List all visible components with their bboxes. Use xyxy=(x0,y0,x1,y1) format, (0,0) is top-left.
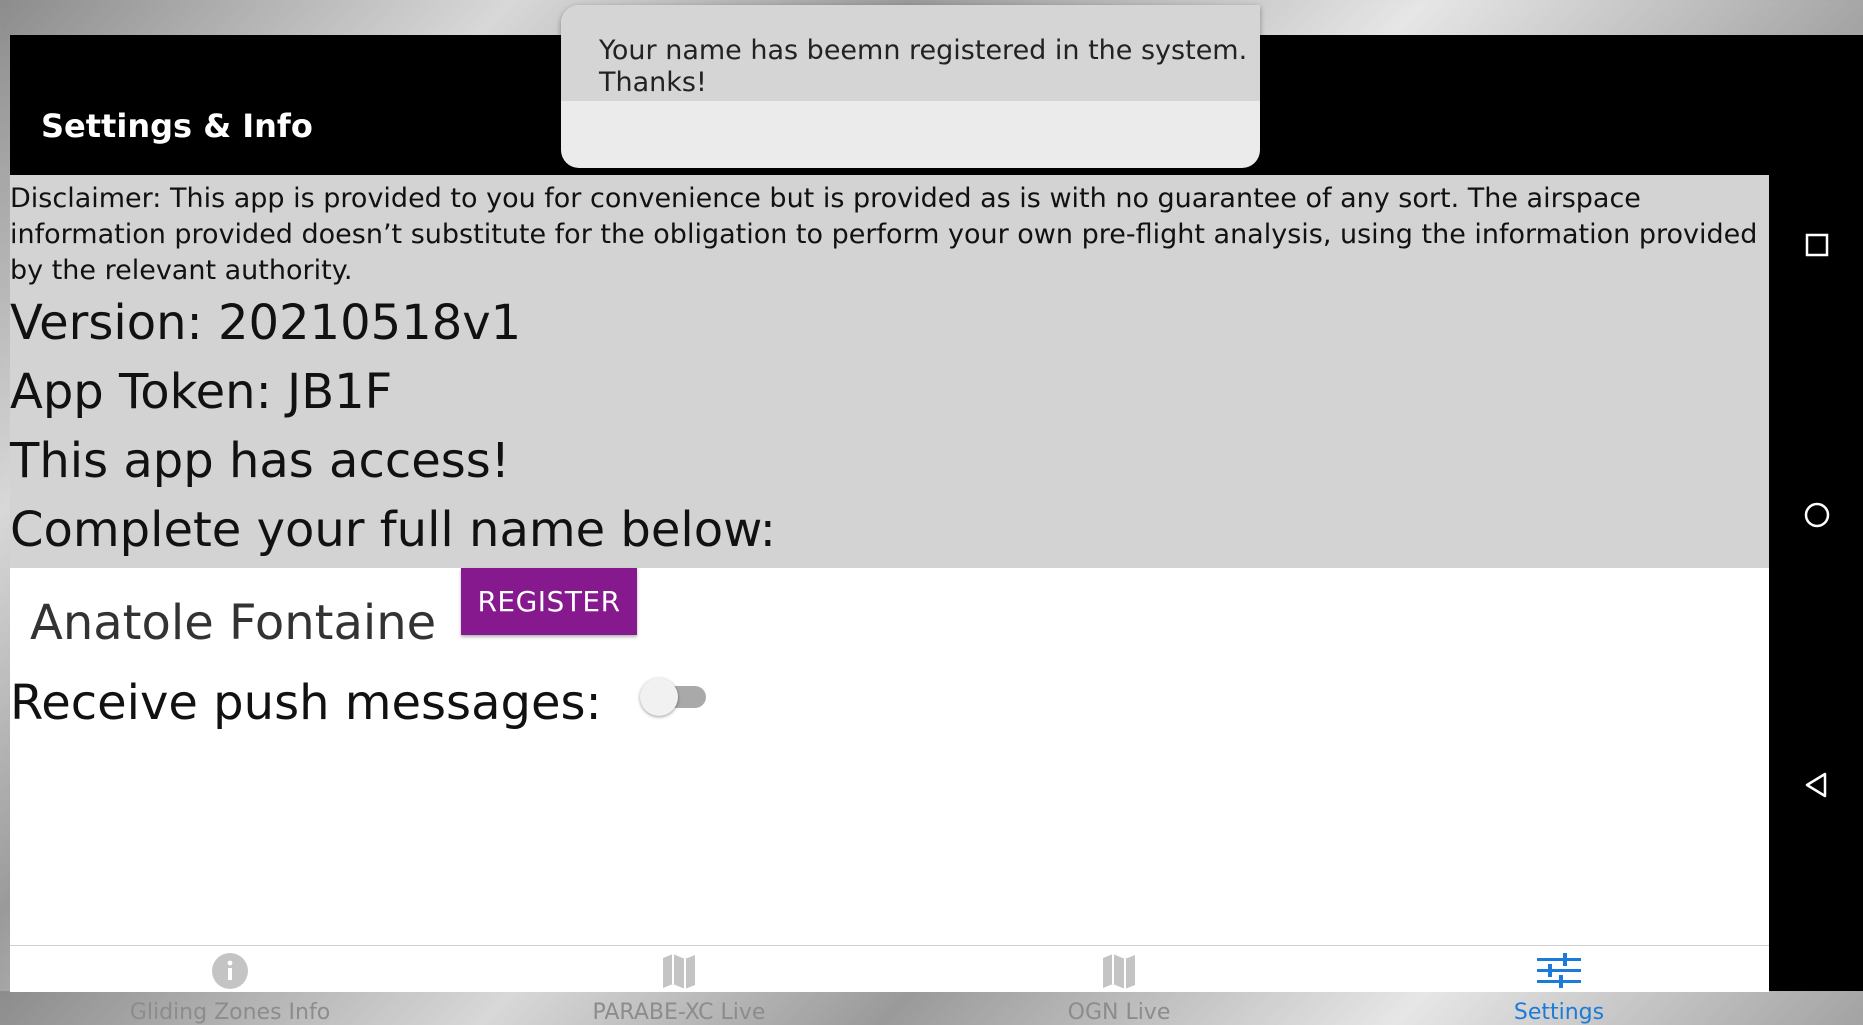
push-messages-label: Receive push messages: xyxy=(10,675,602,731)
sliders-icon xyxy=(1537,953,1581,988)
map-icon xyxy=(663,954,695,989)
name-prompt-text: Complete your full name below: xyxy=(10,502,776,558)
toggle-knob xyxy=(640,678,678,716)
tab-label: Gliding Zones Info xyxy=(129,1000,331,1025)
info-panel: Disclaimer: This app is provided to you … xyxy=(10,175,1769,568)
info-icon xyxy=(212,953,248,989)
app-token-text: App Token: JB1F xyxy=(10,364,393,420)
tab-gliding-zones-info[interactable]: Gliding Zones Info xyxy=(10,946,450,1025)
access-status-text: This app has access! xyxy=(10,433,511,489)
bottom-tab-bar: Gliding Zones Info PARABE-XC Live OGN Li… xyxy=(10,945,1769,1025)
tab-label: OGN Live xyxy=(1067,1000,1171,1025)
tab-label: Settings xyxy=(1513,1000,1605,1025)
toast-notification: Your name has beemn registered in the sy… xyxy=(561,5,1260,168)
app-window: Settings & Info Disclaimer: This app is … xyxy=(10,35,1863,1025)
settings-content: Disclaimer: This app is provided to you … xyxy=(10,175,1769,945)
recents-icon[interactable] xyxy=(1797,225,1837,265)
push-messages-toggle[interactable] xyxy=(640,677,708,717)
tab-settings[interactable]: Settings xyxy=(1339,946,1779,1025)
home-icon[interactable] xyxy=(1797,495,1837,535)
tab-parabe-xc-live[interactable]: PARABE-XC Live xyxy=(459,946,899,1025)
register-button[interactable]: REGISTER xyxy=(461,568,637,635)
system-nav-bar xyxy=(1769,35,1863,991)
full-name-input[interactable] xyxy=(30,595,470,651)
disclaimer-text: Disclaimer: This app is provided to you … xyxy=(10,183,1758,286)
toast-body: Your name has beemn registered in the sy… xyxy=(561,5,1260,101)
map-icon xyxy=(1103,954,1135,989)
back-icon[interactable] xyxy=(1797,765,1837,805)
tab-label: PARABE-XC Live xyxy=(592,1000,766,1025)
version-text: Version: 20210518v1 xyxy=(10,295,522,351)
toast-message: Your name has beemn registered in the sy… xyxy=(599,35,1248,98)
page-title: Settings & Info xyxy=(41,107,313,145)
tab-ogn-live[interactable]: OGN Live xyxy=(899,946,1339,1025)
